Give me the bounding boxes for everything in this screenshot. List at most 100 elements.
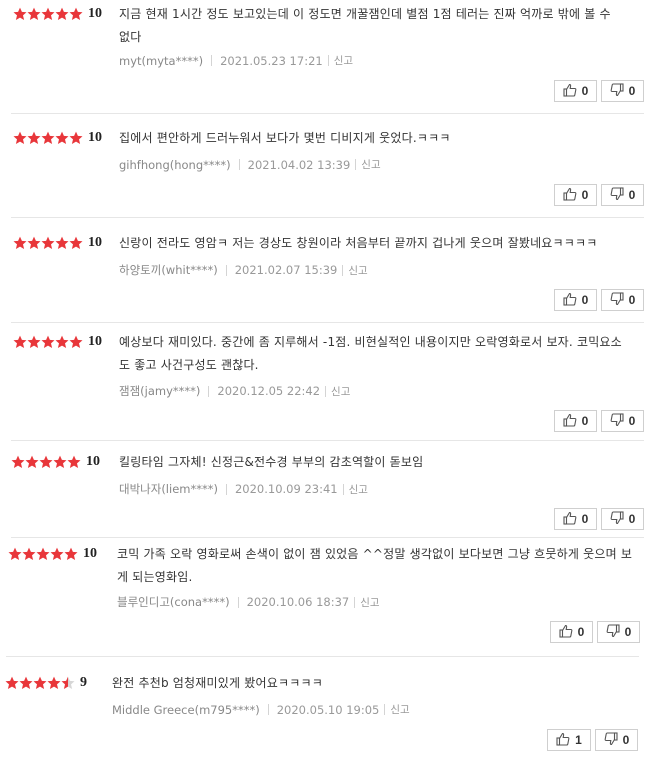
review-divider <box>11 217 644 218</box>
report-link[interactable]: 신고 <box>348 263 367 278</box>
thumbs-up-icon <box>563 511 577 528</box>
like-button[interactable]: 0 <box>554 80 597 102</box>
review-author[interactable]: 잼잼(jamy****) <box>119 383 200 399</box>
thumbs-down-icon <box>610 291 624 309</box>
star-icon <box>69 236 83 249</box>
review-score: 10 <box>88 235 102 250</box>
like-button[interactable]: 0 <box>554 410 597 432</box>
star-icon <box>55 335 69 348</box>
review-meta: 블루인디고(cona****) 2020.10.06 18:37 신고 <box>117 594 380 610</box>
thumbs-down-icon <box>610 510 624 528</box>
review-score: 10 <box>83 546 97 561</box>
divider <box>208 385 210 397</box>
dislike-button[interactable]: 0 <box>601 289 644 311</box>
review-date: 2021.05.23 17:21 <box>220 53 323 68</box>
like-button[interactable]: 1 <box>547 729 591 751</box>
star-icon <box>13 7 27 20</box>
review-text: 지금 현재 1시간 정도 보고있는데 이 정도면 개꿀잼인데 별점 1점 테러는… <box>119 7 611 44</box>
thumbs-down-icon <box>610 82 624 100</box>
review-date: 2020.10.09 23:41 <box>234 482 338 496</box>
like-count: 0 <box>581 188 589 202</box>
review-date: 2020.10.06 18:37 <box>246 595 350 609</box>
thumbs-up-icon <box>563 83 577 100</box>
review-meta: myt(myta****) 2021.05.23 17:21 신고 <box>119 53 353 68</box>
review-meta: 잼잼(jamy****) 2020.12.05 22:42 신고 <box>119 383 350 399</box>
like-button[interactable]: 0 <box>554 184 597 206</box>
thumbs-down-icon <box>610 412 624 430</box>
review-text: 완전 추천b 엄청재미있게 봤어요ㅋㅋㅋㅋ <box>112 676 323 690</box>
report-link[interactable]: 신고 <box>390 702 409 717</box>
star-icon <box>39 455 53 468</box>
review-text: 예상보다 재미있다. 중간에 좀 지루해서 -1점. 비현실적인 내용이지만 오… <box>119 335 622 372</box>
dislike-count: 0 <box>628 84 636 98</box>
thumbs-up-icon <box>563 413 577 430</box>
review-score: 9 <box>80 675 87 690</box>
report-link[interactable]: 신고 <box>331 384 350 399</box>
thumbs-down-icon <box>606 623 620 641</box>
review-divider <box>11 440 644 441</box>
dislike-count: 0 <box>628 414 636 428</box>
dislike-button[interactable]: 0 <box>601 508 644 530</box>
star-rating <box>11 455 81 469</box>
star-icon <box>33 676 47 689</box>
review-meta: 하양토끼(whit****) 2021.02.07 15:39 신고 <box>119 262 368 278</box>
review-divider <box>6 656 639 657</box>
star-icon <box>61 676 75 689</box>
star-icon <box>27 335 41 348</box>
star-icon <box>69 335 83 348</box>
dislike-button[interactable]: 0 <box>601 184 644 206</box>
star-rating <box>13 236 83 250</box>
like-button[interactable]: 0 <box>550 621 593 643</box>
star-rating <box>5 676 75 690</box>
review-divider <box>11 113 644 114</box>
like-count: 1 <box>575 733 582 747</box>
star-icon <box>41 7 55 20</box>
star-rating <box>13 7 83 21</box>
review-score: 10 <box>88 130 102 145</box>
star-icon <box>69 7 83 20</box>
review-author[interactable]: 블루인디고(cona****) <box>117 594 230 610</box>
thumbs-down-icon <box>610 186 624 204</box>
star-icon <box>22 547 36 560</box>
like-button[interactable]: 0 <box>554 289 597 311</box>
review-author[interactable]: myt(myta****) <box>119 54 203 68</box>
dislike-button[interactable]: 0 <box>597 621 640 643</box>
review-score: 10 <box>88 334 102 349</box>
dislike-count: 0 <box>628 293 636 307</box>
review-author[interactable]: gihfhong(hong****) <box>119 158 231 172</box>
review-score: 10 <box>88 6 102 21</box>
divider <box>342 483 344 495</box>
dislike-button[interactable]: 0 <box>601 80 644 102</box>
review-date: 2020.05.10 19:05 <box>276 702 380 717</box>
dislike-count: 0 <box>628 188 636 202</box>
divider <box>355 159 357 170</box>
divider <box>267 704 269 715</box>
like-button[interactable]: 0 <box>554 508 597 530</box>
report-link[interactable]: 신고 <box>349 482 368 497</box>
review-text: 코믹 가족 오락 영화로써 손색이 없이 잼 있었음 ^^정말 생각없이 보다보… <box>117 547 633 584</box>
dislike-button[interactable]: 0 <box>601 410 644 432</box>
report-link[interactable]: 신고 <box>334 53 353 68</box>
star-rating <box>13 131 83 145</box>
dislike-button[interactable]: 0 <box>595 729 638 751</box>
review-author[interactable]: 대박나자(liem****) <box>119 481 218 497</box>
star-icon <box>41 335 55 348</box>
star-rating <box>8 547 78 561</box>
report-link[interactable]: 신고 <box>361 157 380 172</box>
star-icon <box>41 236 55 249</box>
star-icon <box>19 676 33 689</box>
report-link[interactable]: 신고 <box>360 595 379 610</box>
star-icon <box>64 547 78 560</box>
review-date: 2021.02.07 15:39 <box>234 263 338 277</box>
review-author[interactable]: Middle Greece(m795****) <box>112 703 260 717</box>
star-icon <box>13 335 27 348</box>
review-author[interactable]: 하양토끼(whit****) <box>119 262 218 278</box>
star-icon <box>27 131 41 144</box>
star-icon <box>8 547 22 560</box>
star-icon <box>41 131 55 144</box>
review-meta: 대박나자(liem****) 2020.10.09 23:41 신고 <box>119 481 368 497</box>
like-count: 0 <box>581 414 589 428</box>
divider <box>211 55 213 66</box>
thumbs-up-icon <box>563 292 577 309</box>
star-icon <box>36 547 50 560</box>
